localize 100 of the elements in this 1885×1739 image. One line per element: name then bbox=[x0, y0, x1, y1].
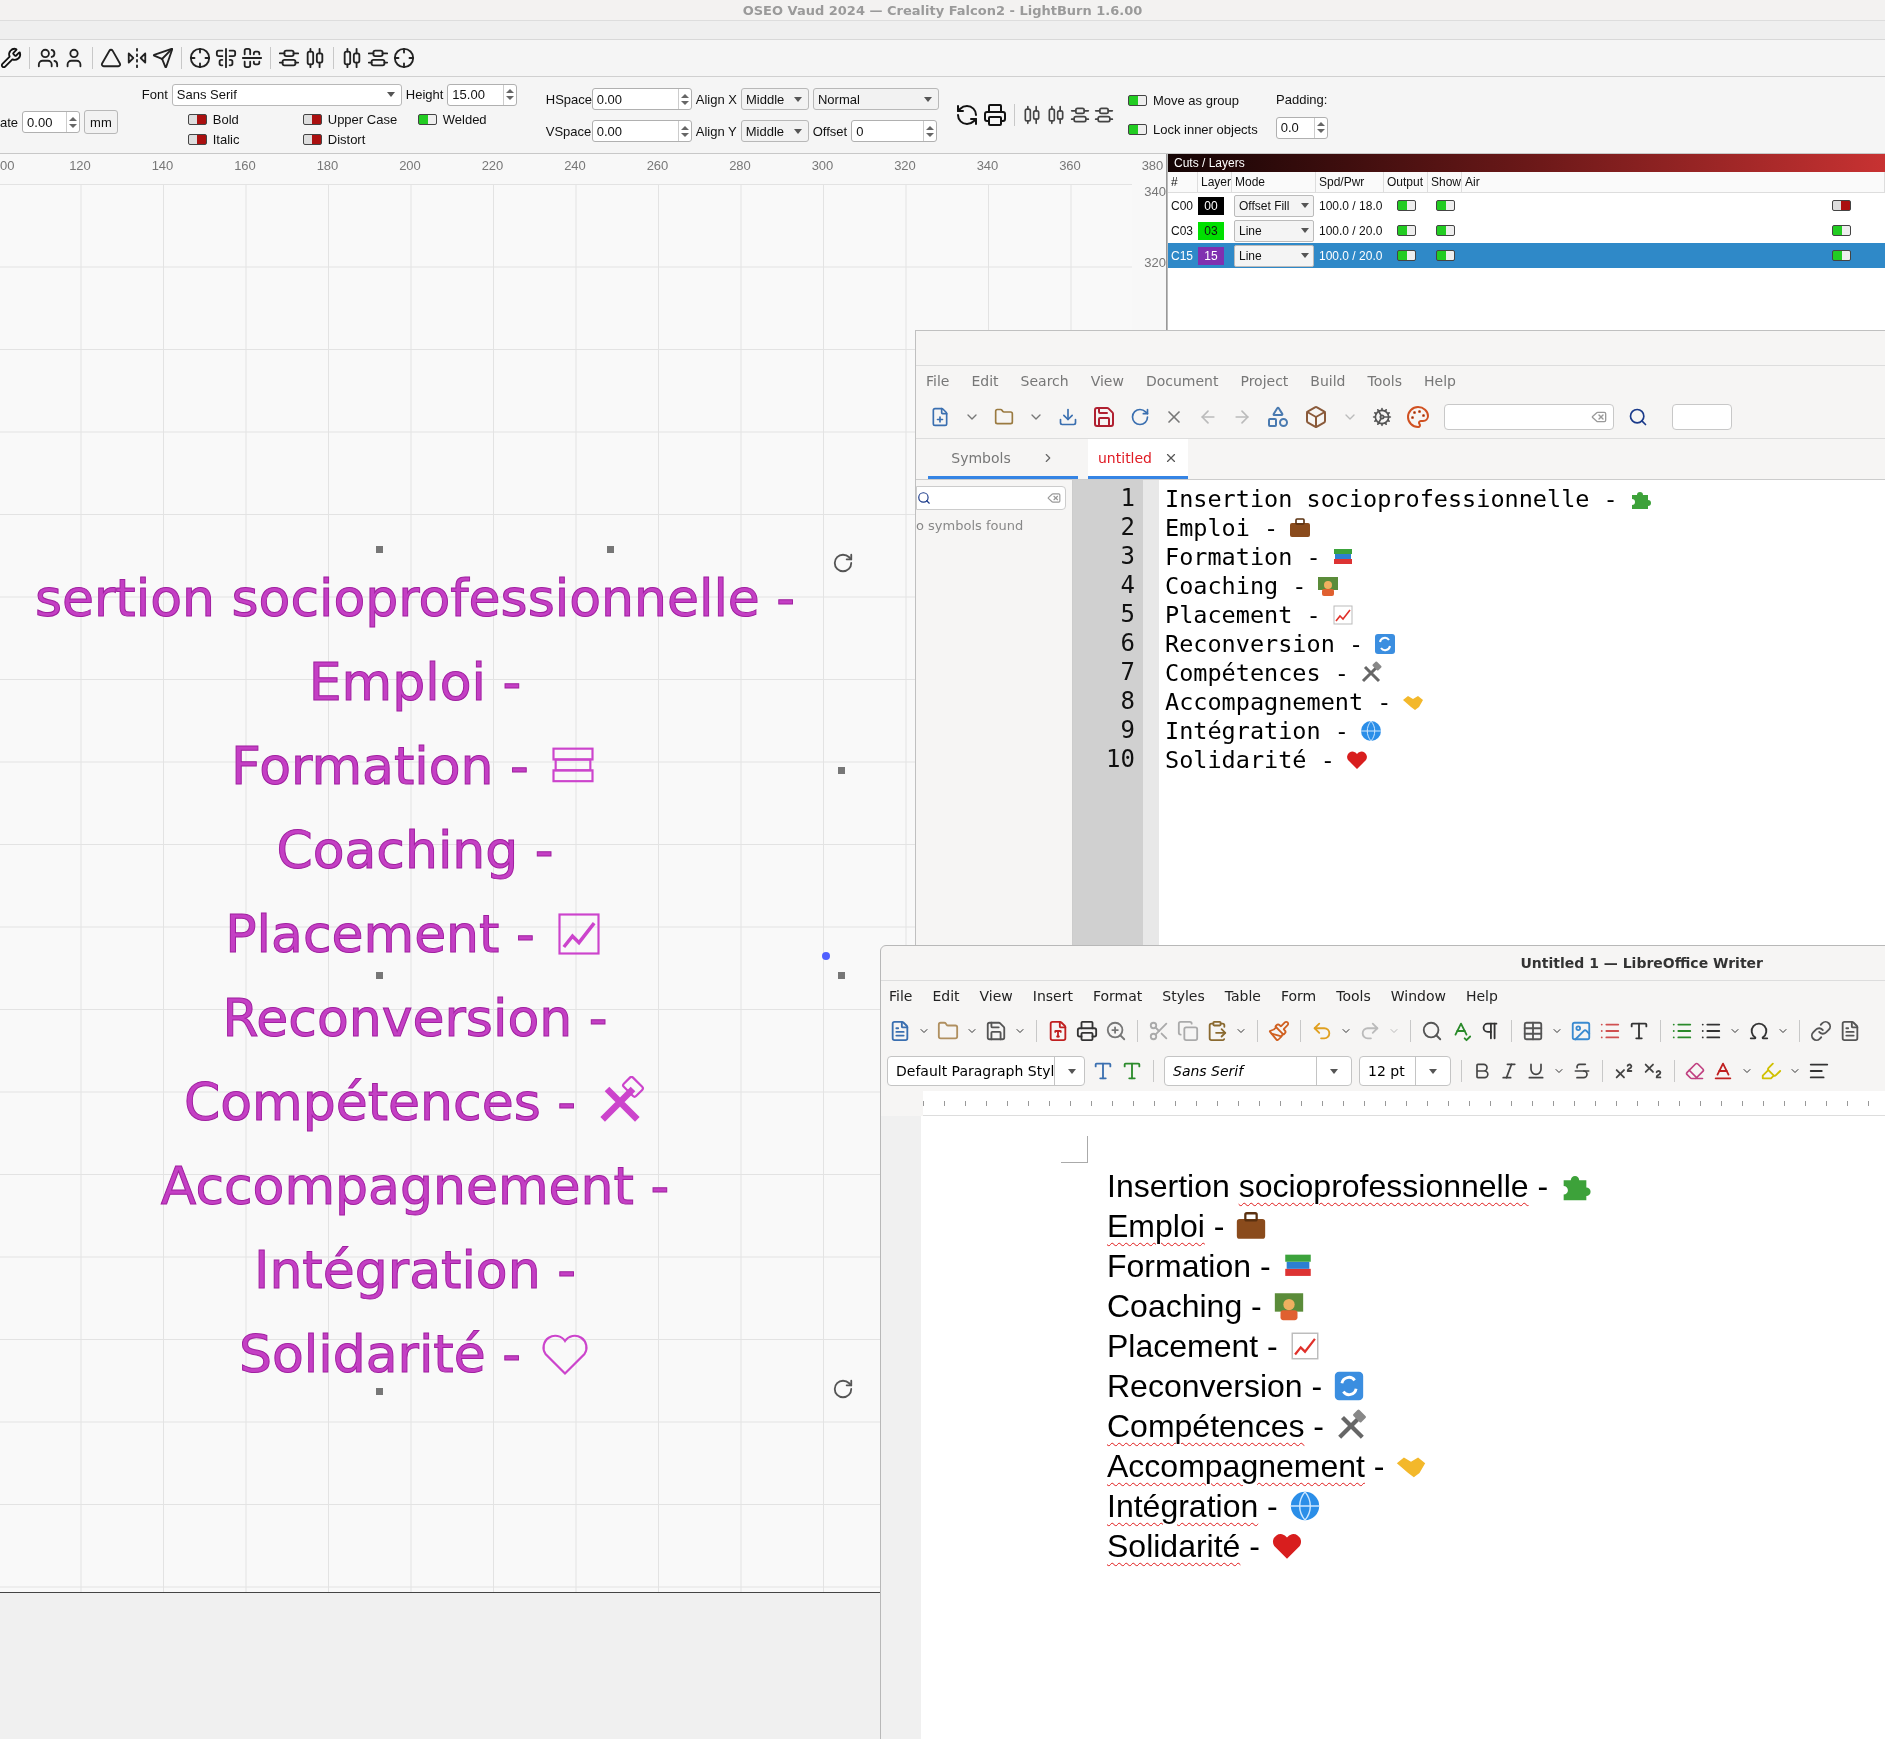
search-field[interactable] bbox=[1672, 404, 1732, 430]
column-header[interactable]: Spd/Pwr bbox=[1316, 172, 1384, 192]
search-field[interactable] bbox=[1444, 404, 1614, 430]
distribute-icon[interactable] bbox=[278, 47, 300, 69]
menu-item[interactable]: Project bbox=[1240, 373, 1289, 389]
italic-icon[interactable] bbox=[1499, 1061, 1519, 1081]
search-icon[interactable] bbox=[1628, 407, 1648, 427]
column-header[interactable]: Mode bbox=[1232, 172, 1316, 192]
air-toggle[interactable] bbox=[1832, 225, 1851, 236]
triangle-icon[interactable] bbox=[100, 47, 122, 69]
menu-item[interactable]: Build bbox=[1310, 373, 1346, 389]
toggle-switch[interactable] bbox=[417, 113, 437, 125]
menu-item[interactable]: Format bbox=[1092, 988, 1143, 1004]
menu-item[interactable]: File bbox=[926, 373, 950, 389]
show-toggle[interactable] bbox=[1435, 250, 1455, 261]
paste-icon[interactable] bbox=[1206, 1020, 1228, 1042]
toggle-switch[interactable] bbox=[302, 133, 322, 145]
selection-handle[interactable] bbox=[376, 972, 383, 979]
unit-button[interactable]: mm bbox=[84, 110, 118, 134]
column-header[interactable]: Layer bbox=[1198, 172, 1232, 192]
paragraph-style-dropdown[interactable]: Default Paragraph Styl bbox=[887, 1056, 1085, 1086]
selection-handle[interactable] bbox=[838, 767, 845, 774]
brick-icon[interactable] bbox=[1304, 405, 1328, 429]
menu-item[interactable]: Help bbox=[1424, 373, 1456, 389]
symbol-search-field[interactable] bbox=[916, 486, 1066, 510]
align-x-dropdown[interactable]: Middle bbox=[740, 88, 809, 110]
font-dropdown[interactable]: Sans Serif bbox=[171, 83, 402, 106]
selection-handle[interactable] bbox=[376, 546, 383, 553]
align-y-dropdown[interactable]: Middle bbox=[740, 120, 809, 142]
omega-icon[interactable] bbox=[1748, 1020, 1770, 1042]
layer-row[interactable]: C15 15 Line 100.0 / 20.0 bbox=[1168, 243, 1885, 268]
font-color-icon[interactable] bbox=[1712, 1060, 1734, 1082]
menu-item[interactable]: View bbox=[979, 988, 1013, 1004]
mode-dropdown[interactable]: Line bbox=[1234, 219, 1314, 242]
style-icon[interactable] bbox=[1092, 1060, 1114, 1082]
pdf-icon[interactable] bbox=[1047, 1020, 1069, 1042]
rotate-field[interactable]: 0.00 bbox=[22, 111, 81, 133]
show-toggle[interactable] bbox=[1435, 225, 1455, 236]
output-toggle[interactable] bbox=[1396, 225, 1416, 236]
clear-icon[interactable] bbox=[1591, 409, 1607, 425]
font-size-dropdown[interactable]: 12 pt bbox=[1359, 1056, 1451, 1086]
column-header[interactable]: Output bbox=[1384, 172, 1428, 192]
menu-item[interactable]: View bbox=[1090, 373, 1124, 389]
wrench-icon[interactable] bbox=[0, 47, 22, 69]
rotate-icon[interactable] bbox=[832, 552, 854, 574]
column-header[interactable]: Air bbox=[1462, 172, 1885, 192]
preview-icon[interactable] bbox=[1105, 1020, 1127, 1042]
menu-item[interactable]: Table bbox=[1224, 988, 1261, 1004]
mode-dropdown[interactable]: Line bbox=[1234, 244, 1314, 267]
column-header[interactable]: Show bbox=[1428, 172, 1462, 192]
symbols-tab[interactable]: Symbols bbox=[928, 439, 1078, 479]
offset-field[interactable]: 0 bbox=[851, 120, 938, 142]
underline-icon[interactable] bbox=[1526, 1061, 1546, 1081]
rotate-icon[interactable] bbox=[832, 1378, 854, 1400]
selection-handle[interactable] bbox=[376, 1388, 383, 1395]
padding-field[interactable]: 0.0 bbox=[1275, 116, 1328, 139]
distribute-icon[interactable] bbox=[304, 47, 326, 69]
folder-icon[interactable] bbox=[937, 1020, 959, 1042]
air-toggle[interactable] bbox=[1832, 200, 1851, 211]
spacing-icon[interactable] bbox=[367, 47, 389, 69]
toggle-switch[interactable] bbox=[302, 113, 322, 125]
refresh-icon[interactable] bbox=[954, 103, 979, 127]
column-header[interactable]: # bbox=[1168, 172, 1198, 192]
cogs-icon[interactable] bbox=[1372, 407, 1392, 427]
crosshair-icon[interactable] bbox=[393, 47, 415, 69]
save-icon[interactable] bbox=[985, 1020, 1007, 1042]
menu-item[interactable]: Document bbox=[1145, 373, 1219, 389]
show-toggle[interactable] bbox=[1435, 200, 1455, 211]
image-icon[interactable] bbox=[1570, 1020, 1592, 1042]
users-icon[interactable] bbox=[37, 47, 59, 69]
paper-plane-icon[interactable] bbox=[152, 47, 174, 69]
mode-dropdown[interactable]: Offset Fill bbox=[1234, 194, 1314, 217]
toggle-switch[interactable] bbox=[187, 133, 207, 145]
palette-icon[interactable] bbox=[1406, 405, 1430, 429]
eraser-icon[interactable] bbox=[1685, 1061, 1705, 1081]
paintbrush-icon[interactable] bbox=[1268, 1020, 1290, 1042]
strikethrough-icon[interactable] bbox=[1572, 1061, 1592, 1081]
layer-row[interactable]: C03 03 Line 100.0 / 20.0 bbox=[1168, 218, 1885, 243]
document-tab[interactable]: untitled bbox=[1088, 439, 1188, 479]
menu-item[interactable]: Help bbox=[1465, 988, 1498, 1004]
menu-item[interactable]: Window bbox=[1390, 988, 1446, 1004]
spacing-icon[interactable] bbox=[341, 47, 363, 69]
height-field[interactable]: 15.00 bbox=[447, 83, 518, 106]
selection-handle[interactable] bbox=[838, 972, 845, 979]
printer-icon[interactable] bbox=[982, 103, 1007, 127]
footnote-icon[interactable] bbox=[1839, 1020, 1861, 1042]
toggle-switch[interactable] bbox=[1127, 95, 1147, 106]
vspace-field[interactable]: 0.00 bbox=[591, 120, 692, 142]
download-icon[interactable] bbox=[1058, 407, 1078, 427]
crosshair-icon[interactable] bbox=[189, 47, 211, 69]
menu-item[interactable]: Edit bbox=[971, 373, 999, 389]
new-style-icon[interactable] bbox=[1121, 1060, 1143, 1082]
style-dropdown[interactable]: Normal bbox=[812, 88, 939, 110]
layer-row[interactable]: C00 00 Offset Fill 100.0 / 18.0 bbox=[1168, 193, 1885, 218]
menu-item[interactable]: Insert bbox=[1032, 988, 1073, 1004]
menu-item[interactable]: Tools bbox=[1367, 373, 1402, 389]
menu-item[interactable]: Search bbox=[1020, 373, 1069, 389]
output-toggle[interactable] bbox=[1396, 200, 1416, 211]
align-icon[interactable] bbox=[215, 47, 237, 69]
toggle-switch[interactable] bbox=[1127, 124, 1147, 135]
